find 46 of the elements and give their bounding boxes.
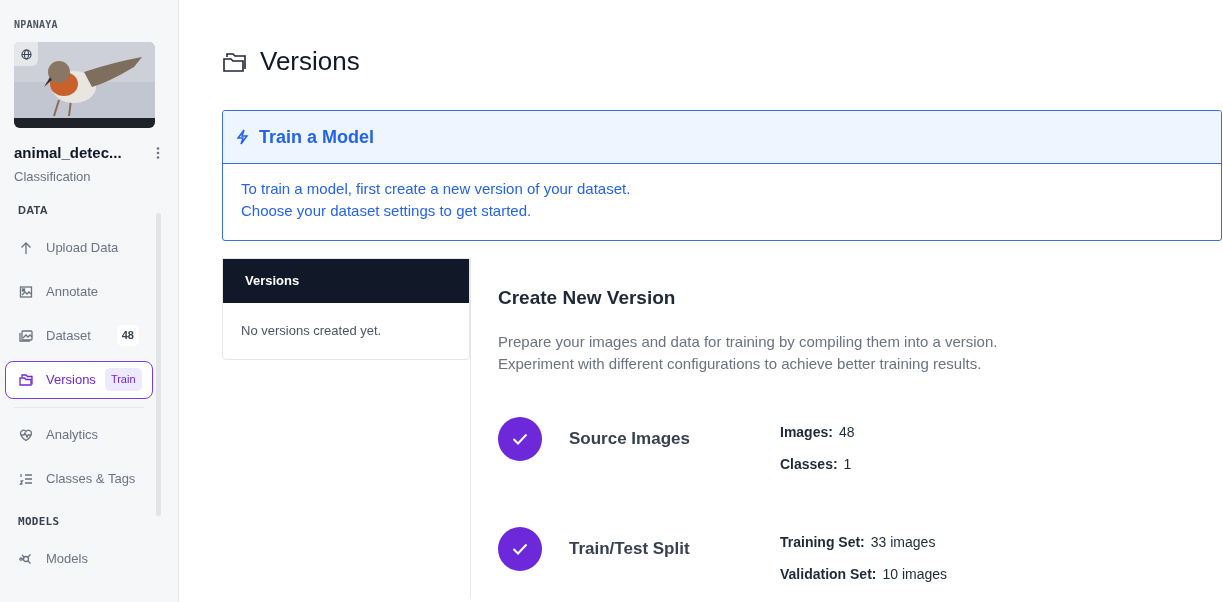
heart-pulse-icon xyxy=(19,427,33,442)
detail-label: Training Set: xyxy=(780,532,865,552)
detail-value: 10 images xyxy=(882,564,948,584)
detail-label: Classes: xyxy=(780,454,838,474)
nav-item[interactable]: Versions Train xyxy=(5,360,153,399)
alert-title: Train a Model xyxy=(259,125,375,149)
network-icon xyxy=(19,552,33,566)
detail-label: Images: xyxy=(780,422,833,442)
workspace-name: NPANAYA xyxy=(14,18,59,32)
check-icon xyxy=(512,432,528,445)
folder-icon xyxy=(222,50,248,73)
panel-header: Versions xyxy=(223,259,469,303)
nav-item[interactable]: Upload Data xyxy=(5,228,153,267)
detail-value: 1 xyxy=(843,454,852,474)
nav-item[interactable]: Classes & Tags xyxy=(5,459,153,498)
nav-item[interactable]: Annotate xyxy=(5,272,153,311)
description-text: Prepare your images and data for training by compiling them into a version. xyxy=(498,331,999,352)
detail-value: 33 images xyxy=(870,532,936,552)
section-heading: DATA xyxy=(17,203,50,218)
empty-message: No versions created yet. xyxy=(240,322,383,340)
section-heading: MODELS xyxy=(17,513,61,530)
numbered-list-icon xyxy=(19,471,33,486)
tag-badge: Train xyxy=(104,368,142,391)
alert-text: To train a model, first create a new version of your dataset. xyxy=(241,179,632,199)
images-icon xyxy=(19,328,33,343)
section-title: Create New Version xyxy=(498,286,677,310)
project-type: Classification xyxy=(14,167,92,186)
alert-text: Choose your dataset settings to get started. xyxy=(241,201,533,221)
count-badge: 48 xyxy=(116,325,139,346)
description-text: Experiment with different configurations to achieve better training results. xyxy=(498,353,983,374)
nav-item[interactable]: Models xyxy=(5,540,153,578)
image-icon xyxy=(19,284,33,299)
page-title: Versions xyxy=(260,45,360,78)
upload-icon xyxy=(19,240,33,255)
step-title: Train/Test Split xyxy=(569,537,691,560)
nav-item[interactable]: Dataset 48 xyxy=(5,316,153,355)
step-title: Source Images xyxy=(569,427,691,450)
detail-value: 48 xyxy=(838,422,855,442)
lightning-icon xyxy=(236,129,249,145)
more-icon[interactable] xyxy=(156,147,160,160)
nav-item[interactable]: Analytics xyxy=(5,415,153,454)
folder-icon xyxy=(19,372,33,387)
check-icon xyxy=(512,542,528,555)
globe-icon xyxy=(20,48,32,60)
detail-label: Validation Set: xyxy=(780,564,877,584)
project-name: animal_detec... xyxy=(14,143,122,163)
